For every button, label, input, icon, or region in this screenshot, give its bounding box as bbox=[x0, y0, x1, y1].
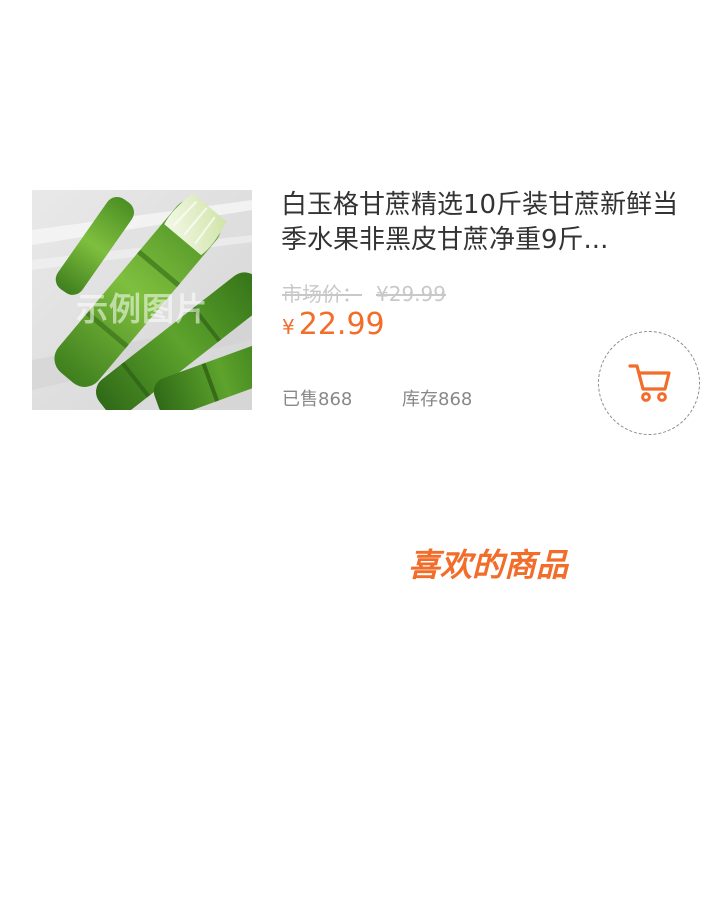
market-price-value: ¥29.99 bbox=[376, 282, 446, 306]
cart-icon bbox=[628, 364, 671, 402]
stock-count: 库存868 bbox=[402, 389, 473, 410]
currency-symbol: ¥ bbox=[282, 315, 295, 339]
sold-count: 已售868 bbox=[282, 389, 353, 410]
price-amount: 22.99 bbox=[298, 307, 385, 342]
sale-price: ¥22.99 bbox=[282, 307, 385, 342]
recommend-heading: 喜欢的商品 bbox=[408, 546, 569, 584]
image-watermark: 示例图片 bbox=[75, 290, 208, 328]
product-image[interactable]: 示例图片 bbox=[32, 190, 252, 410]
market-price: 市场价： ¥29.99 bbox=[282, 278, 446, 307]
add-to-cart-button[interactable] bbox=[598, 331, 700, 435]
product-title[interactable]: 白玉格甘蔗精选10斤装甘蔗新鲜当季水果非黑皮甘蔗净重9斤... bbox=[281, 188, 686, 258]
product-card[interactable]: 示例图片 白玉格甘蔗精选10斤装甘蔗新鲜当季水果非黑皮甘蔗净重9斤... 市场价… bbox=[0, 0, 702, 460]
market-price-label: 市场价： bbox=[282, 282, 362, 306]
